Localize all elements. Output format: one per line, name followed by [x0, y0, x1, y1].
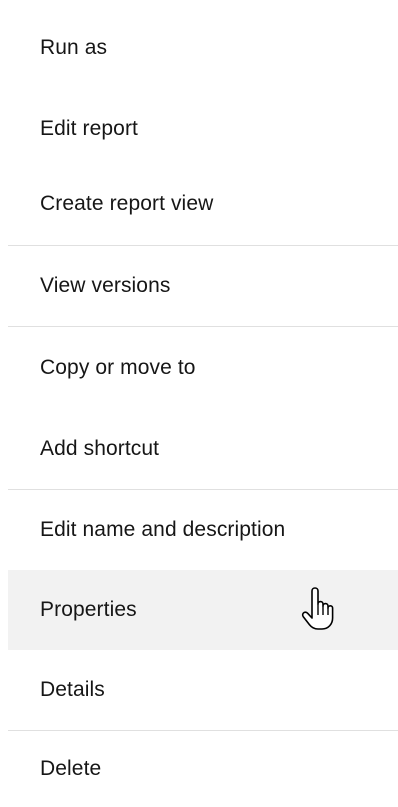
- menu-item-copy-or-move-to[interactable]: Copy or move to: [8, 327, 398, 409]
- menu-item-edit-name-and-description[interactable]: Edit name and description: [8, 490, 398, 570]
- menu-item-add-shortcut[interactable]: Add shortcut: [8, 409, 398, 489]
- menu-item-run-as[interactable]: Run as: [8, 0, 398, 95]
- menu-item-create-report-view[interactable]: Create report view: [8, 163, 398, 245]
- menu-item-view-versions[interactable]: View versions: [8, 246, 398, 326]
- menu-item-properties[interactable]: Properties: [8, 570, 398, 650]
- menu-item-details[interactable]: Details: [8, 650, 398, 730]
- overflow-menu: Run as Edit report Create report view Vi…: [8, 0, 398, 807]
- menu-item-edit-report[interactable]: Edit report: [8, 95, 398, 163]
- menu-item-delete[interactable]: Delete: [8, 731, 398, 806]
